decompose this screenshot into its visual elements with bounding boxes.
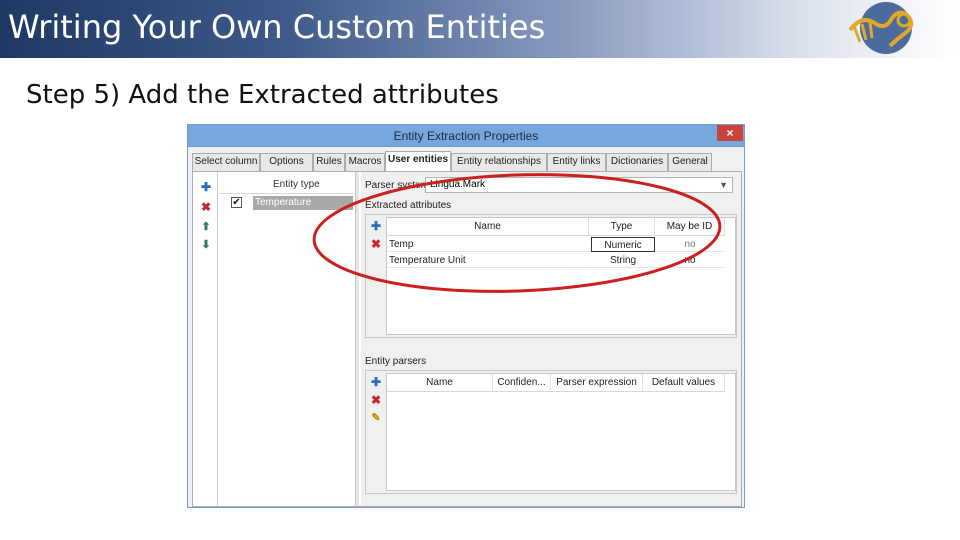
add-parser-icon[interactable]: ✚ (369, 375, 383, 389)
entity-type-header: Entity type (219, 176, 353, 194)
attribute-may-be-id[interactable]: no (655, 253, 725, 268)
delete-attribute-icon[interactable]: ✖ (369, 237, 383, 251)
tab-options[interactable]: Options (260, 153, 313, 171)
parser-system-select[interactable]: Lingua.Mark ▼ (425, 177, 733, 193)
column-header-type[interactable]: Type (589, 218, 655, 236)
slide-header: Writing Your Own Custom Entities (0, 0, 960, 58)
column-header-may-be-id[interactable]: May be ID (655, 218, 725, 236)
entity-type-list: Entity type ✔ Temperature (219, 176, 353, 506)
column-header-parser-expression[interactable]: Parser expression (551, 374, 643, 392)
delete-entity-icon[interactable]: ✖ (199, 200, 213, 214)
attribute-name[interactable]: Temperature Unit (389, 253, 587, 268)
tab-rules[interactable]: Rules (313, 153, 345, 171)
entity-parsers-box: ✚ ✖ ✎ Name Confiden... Parser expression… (365, 370, 737, 494)
step-instruction: Step 5) Add the Extracted attributes (26, 80, 499, 110)
table-row[interactable]: Temperature Unit String no (387, 253, 725, 268)
tab-general[interactable]: General (668, 153, 712, 171)
chevron-down-icon[interactable]: ▼ (719, 178, 728, 192)
entity-parsers-label: Entity parsers (365, 356, 427, 367)
tab-entity-links[interactable]: Entity links (547, 153, 606, 171)
table-row[interactable]: Temp Numeric no (387, 237, 725, 252)
move-up-icon[interactable]: ⬆ (199, 220, 213, 234)
entity-type-header-label: Entity type (273, 179, 320, 190)
extracted-attributes-label: Extracted attributes (365, 200, 452, 211)
close-button[interactable]: × (717, 125, 743, 141)
column-header-confidence[interactable]: Confiden... (493, 374, 551, 392)
entity-checkbox[interactable]: ✔ (231, 197, 242, 208)
attribute-type[interactable]: String (591, 253, 655, 268)
slide-title: Writing Your Own Custom Entities (8, 8, 546, 46)
add-entity-icon[interactable]: ✚ (199, 180, 213, 194)
logo-icon (848, 2, 914, 54)
divider (217, 172, 218, 506)
attributes-table: Name Type May be ID Temp Numeric no Temp… (386, 217, 736, 335)
attribute-name[interactable]: Temp (389, 237, 587, 252)
entity-details-panel: Parser system Lingua.Mark ▼ Extracted at… (361, 172, 741, 506)
entity-name[interactable]: Temperature (253, 196, 353, 210)
tab-macros[interactable]: Macros (345, 153, 385, 171)
delete-parser-icon[interactable]: ✖ (369, 393, 383, 407)
parser-system-value: Lingua.Mark (430, 179, 486, 190)
list-item[interactable]: ✔ Temperature (219, 196, 353, 210)
user-entities-panel: ✚ ✖ ⬆ ⬇ Entity type ✔ Temperature Parser… (192, 171, 742, 507)
move-down-icon[interactable]: ⬇ (199, 238, 213, 252)
tab-dictionaries[interactable]: Dictionaries (606, 153, 668, 171)
tab-user-entities[interactable]: User entities (385, 151, 451, 171)
column-header-name[interactable]: Name (387, 218, 589, 236)
parsers-table: Name Confiden... Parser expression Defau… (386, 373, 736, 491)
dialog-title: Entity Extraction Properties (393, 129, 539, 143)
parser-system-label: Parser system (365, 180, 429, 191)
parser-toolbar: ✚ ✖ ✎ (366, 371, 386, 493)
tab-select-column[interactable]: Select column (192, 153, 260, 171)
column-header-name[interactable]: Name (387, 374, 493, 392)
edit-parser-icon[interactable]: ✎ (369, 411, 383, 425)
attribute-may-be-id[interactable]: no (655, 237, 725, 252)
panel-splitter[interactable] (355, 172, 359, 506)
attribute-toolbar: ✚ ✖ (366, 215, 386, 337)
column-header-default-values[interactable]: Default values (643, 374, 725, 392)
tab-bar: Select column Options Rules Macros User … (192, 151, 742, 171)
tab-entity-relationships[interactable]: Entity relationships (451, 153, 547, 171)
entity-toolbar: ✚ ✖ ⬆ ⬇ (195, 176, 217, 506)
add-attribute-icon[interactable]: ✚ (369, 219, 383, 233)
attribute-type[interactable]: Numeric (591, 237, 655, 252)
entity-extraction-dialog: Entity Extraction Properties × Select co… (187, 124, 745, 508)
extracted-attributes-box: ✚ ✖ Name Type May be ID Temp Numeric no … (365, 214, 737, 338)
dialog-titlebar[interactable]: Entity Extraction Properties × (188, 125, 744, 147)
